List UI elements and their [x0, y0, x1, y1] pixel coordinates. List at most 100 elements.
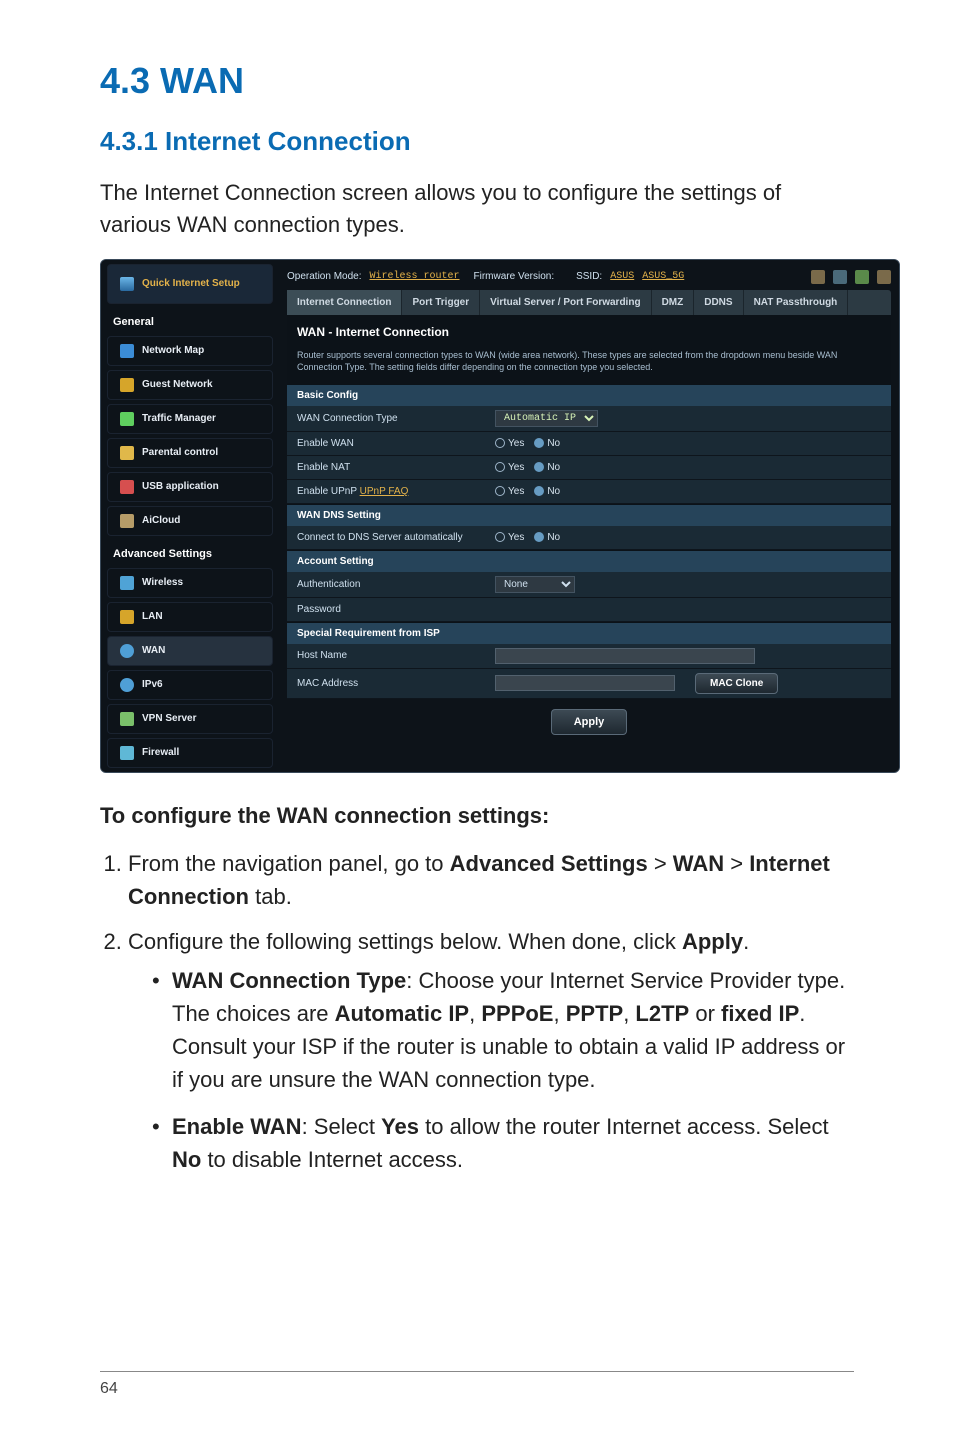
apply-button[interactable]: Apply	[551, 709, 628, 735]
step-2-bullets: WAN Connection Type: Choose your Interne…	[128, 964, 854, 1176]
ports-icon[interactable]	[833, 270, 847, 284]
sidebar-item-label: Firewall	[142, 747, 179, 758]
ssid-1[interactable]: ASUS	[610, 271, 634, 282]
guest-network-icon	[120, 378, 134, 392]
panel-title: WAN - Internet Connection	[287, 315, 891, 345]
sidebar-item-label: Quick Internet Setup	[142, 278, 240, 289]
sidebar-item-label: IPv6	[142, 679, 163, 690]
sidebar-item-label: VPN Server	[142, 713, 196, 724]
input-host-name[interactable]	[495, 648, 755, 664]
shield-icon	[120, 746, 134, 760]
radio-dns-yes[interactable]: Yes	[495, 532, 524, 543]
sidebar-item-vpn-server[interactable]: VPN Server	[107, 704, 273, 734]
cloud-icon	[120, 514, 134, 528]
ssid-label: SSID:	[576, 271, 602, 282]
row-host-name: Host Name	[287, 644, 891, 669]
radio-dns-no[interactable]: No	[534, 532, 560, 543]
lock-icon	[120, 446, 134, 460]
page-number: 64	[100, 1380, 118, 1397]
radio-enable-nat-yes[interactable]: Yes	[495, 462, 524, 473]
radio-enable-wan-yes[interactable]: Yes	[495, 438, 524, 449]
section-wan-dns: WAN DNS Setting	[287, 504, 891, 526]
step-2: Configure the following settings below. …	[128, 925, 854, 1176]
bullet-wan-connection-type: WAN Connection Type: Choose your Interne…	[152, 964, 854, 1096]
label-host-name: Host Name	[287, 644, 487, 667]
sidebar-item-wan[interactable]: WAN	[107, 636, 273, 666]
bullet-enable-wan: Enable WAN: Select Yes to allow the rout…	[152, 1110, 854, 1176]
wifi-icon	[120, 576, 134, 590]
mac-clone-button[interactable]: MAC Clone	[695, 673, 778, 694]
label-wan-connection-type: WAN Connection Type	[287, 407, 487, 430]
usb-status-icon[interactable]	[855, 270, 869, 284]
fw-label: Firmware Version:	[474, 271, 555, 282]
row-wan-connection-type: WAN Connection Type Automatic IP	[287, 406, 891, 432]
sidebar-item-label: WAN	[142, 645, 165, 656]
upnp-faq-link[interactable]: UPnP FAQ	[360, 486, 409, 497]
router-main: Operation Mode: Wireless router Firmware…	[279, 260, 899, 772]
radio-enable-nat-no[interactable]: No	[534, 462, 560, 473]
sidebar-item-lan[interactable]: LAN	[107, 602, 273, 632]
label-enable-wan: Enable WAN	[287, 432, 487, 455]
intro-paragraph: The Internet Connection screen allows yo…	[100, 177, 854, 241]
network-map-icon	[120, 344, 134, 358]
section-title: 4.3 WAN	[100, 60, 854, 102]
radio-enable-upnp-yes[interactable]: Yes	[495, 486, 524, 497]
sidebar-item-wireless[interactable]: Wireless	[107, 568, 273, 598]
router-sidebar: Quick Internet Setup General Network Map…	[101, 260, 279, 772]
tab-port-trigger[interactable]: Port Trigger	[402, 290, 480, 315]
wan-tabs: Internet Connection Port Trigger Virtual…	[287, 290, 891, 315]
row-connect-dns: Connect to DNS Server automatically Yes …	[287, 526, 891, 550]
apply-row: Apply	[287, 699, 891, 749]
tab-internet-connection[interactable]: Internet Connection	[287, 290, 402, 315]
sidebar-item-guest-network[interactable]: Guest Network	[107, 370, 273, 400]
usb-icon	[120, 480, 134, 494]
panel-description: Router supports several connection types…	[287, 345, 891, 384]
sidebar-item-label: Wireless	[142, 577, 183, 588]
sidebar-item-network-map[interactable]: Network Map	[107, 336, 273, 366]
sidebar-item-label: USB application	[142, 481, 219, 492]
sidebar-item-label: Guest Network	[142, 379, 213, 390]
tab-ddns[interactable]: DDNS	[694, 290, 743, 315]
select-wan-connection-type[interactable]: Automatic IP	[495, 410, 598, 427]
router-screenshot: Quick Internet Setup General Network Map…	[100, 259, 900, 773]
label-mac-address: MAC Address	[287, 672, 487, 695]
info-icon[interactable]	[877, 270, 891, 284]
instructions-list: From the navigation panel, go to Advance…	[100, 847, 854, 1176]
radio-enable-wan-no[interactable]: No	[534, 438, 560, 449]
wand-icon	[120, 277, 134, 291]
ssid-2[interactable]: ASUS_5G	[642, 271, 684, 282]
label-password: Password	[287, 598, 487, 621]
op-mode-value[interactable]: Wireless router	[370, 271, 460, 282]
row-enable-wan: Enable WAN Yes No	[287, 432, 891, 456]
section-special-isp: Special Requirement from ISP	[287, 622, 891, 644]
tab-virtual-server[interactable]: Virtual Server / Port Forwarding	[480, 290, 651, 315]
sidebar-item-label: Parental control	[142, 447, 218, 458]
tab-nat-passthrough[interactable]: NAT Passthrough	[744, 290, 849, 315]
sidebar-item-label: AiCloud	[142, 515, 180, 526]
radio-enable-upnp-no[interactable]: No	[534, 486, 560, 497]
sidebar-item-aicloud[interactable]: AiCloud	[107, 506, 273, 536]
vpn-icon	[120, 712, 134, 726]
sidebar-item-firewall[interactable]: Firewall	[107, 738, 273, 768]
sidebar-heading-general: General	[101, 308, 279, 332]
label-enable-nat: Enable NAT	[287, 456, 487, 479]
sidebar-quick-internet-setup[interactable]: Quick Internet Setup	[107, 264, 273, 304]
lan-icon	[120, 610, 134, 624]
instructions-heading: To configure the WAN connection settings…	[100, 803, 854, 829]
sidebar-item-label: LAN	[142, 611, 163, 622]
section-account-setting: Account Setting	[287, 550, 891, 572]
tab-dmz[interactable]: DMZ	[652, 290, 695, 315]
row-enable-upnp: Enable UPnP UPnP FAQ Yes No	[287, 480, 891, 504]
router-topbar: Operation Mode: Wireless router Firmware…	[287, 266, 891, 290]
sidebar-item-parental-control[interactable]: Parental control	[107, 438, 273, 468]
sidebar-item-traffic-manager[interactable]: Traffic Manager	[107, 404, 273, 434]
row-password: Password	[287, 598, 891, 622]
sidebar-item-usb-application[interactable]: USB application	[107, 472, 273, 502]
ipv6-icon	[120, 678, 134, 692]
user-icon[interactable]	[811, 270, 825, 284]
label-connect-dns: Connect to DNS Server automatically	[287, 526, 487, 549]
globe-icon	[120, 644, 134, 658]
select-authentication[interactable]: None	[495, 576, 575, 593]
sidebar-item-ipv6[interactable]: IPv6	[107, 670, 273, 700]
input-mac-address[interactable]	[495, 675, 675, 691]
